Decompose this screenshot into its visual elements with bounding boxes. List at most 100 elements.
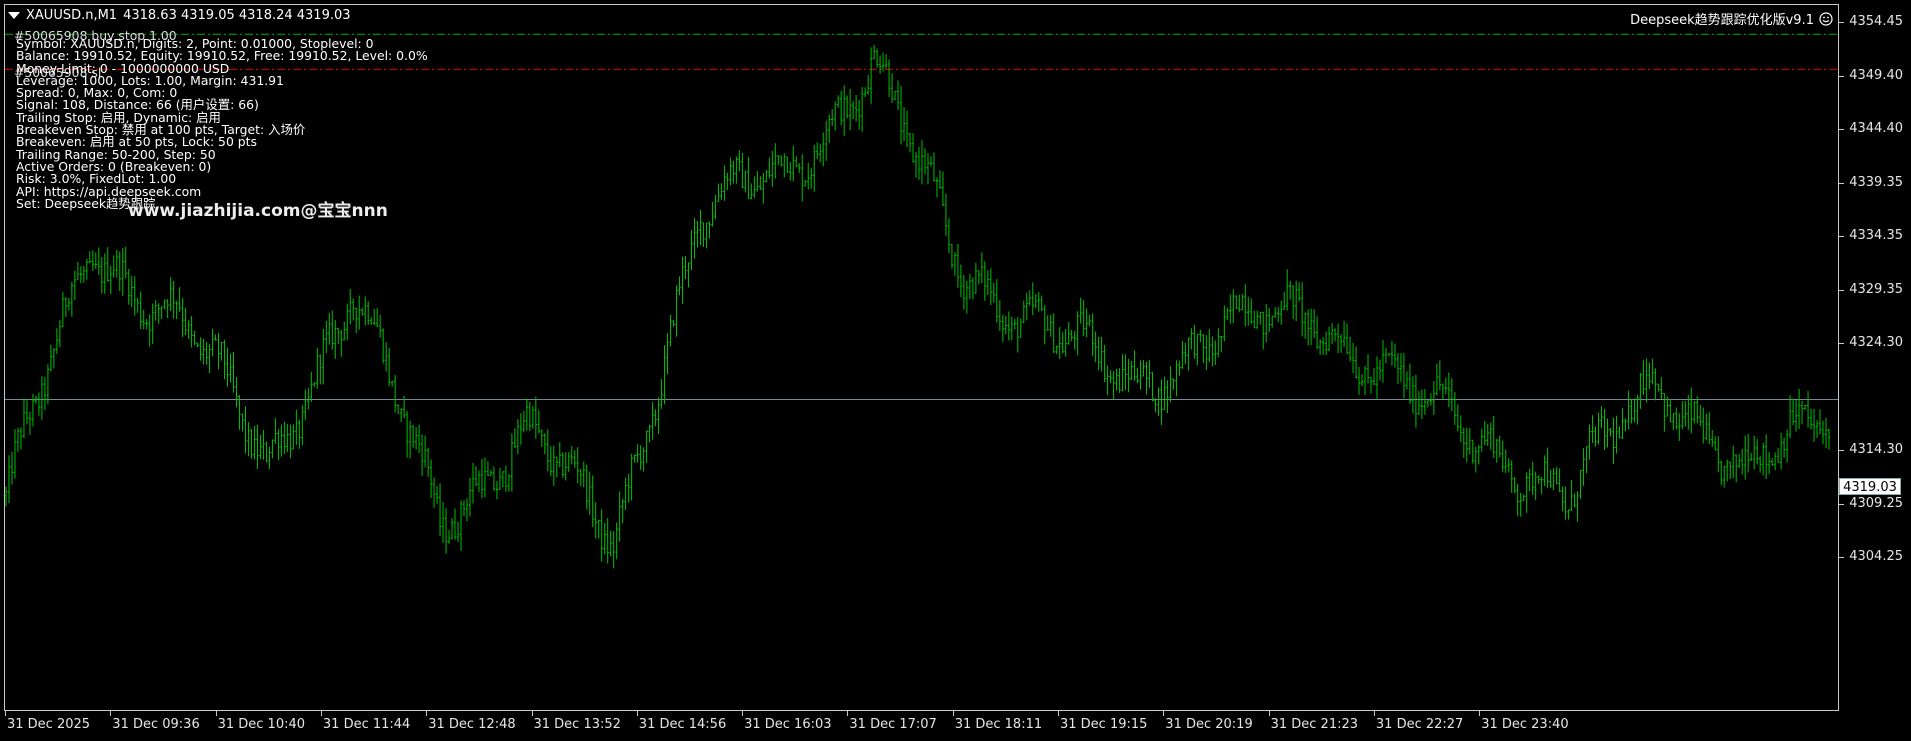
price-bar bbox=[1327, 326, 1331, 352]
price-bar bbox=[1034, 294, 1037, 309]
price-bar bbox=[70, 281, 74, 317]
price-bar bbox=[1735, 454, 1738, 483]
price-bar bbox=[866, 74, 870, 95]
price-bar bbox=[483, 457, 487, 498]
price-bar bbox=[1043, 305, 1046, 345]
price-bar bbox=[558, 442, 561, 468]
price-bar bbox=[1058, 327, 1061, 360]
price-bar bbox=[750, 183, 753, 200]
price-bar bbox=[636, 444, 639, 463]
price-bar bbox=[594, 502, 597, 539]
price-bar bbox=[798, 163, 801, 174]
price-bar bbox=[1621, 407, 1624, 439]
price-bar bbox=[232, 351, 235, 393]
price-bar bbox=[1453, 392, 1457, 425]
price-bar bbox=[1037, 291, 1040, 312]
price-bar bbox=[438, 483, 442, 537]
price-bar bbox=[741, 152, 744, 189]
price-bar bbox=[1573, 493, 1576, 508]
price-bar bbox=[857, 99, 861, 130]
chart-window[interactable]: XAUUSD.n,M1 4318.63 4319.05 4318.24 4319… bbox=[0, 0, 1911, 741]
time-tick-label: 31 Dec 2025 bbox=[7, 717, 91, 732]
price-bar bbox=[214, 334, 217, 341]
price-bar bbox=[1585, 446, 1588, 474]
price-bar bbox=[1166, 380, 1169, 414]
expert-advisor-label[interactable]: Deepseek趋势跟踪优化版v9.1 bbox=[1630, 9, 1833, 28]
price-bar bbox=[851, 101, 855, 119]
price-tick-label: 4354.45 bbox=[1849, 14, 1903, 29]
symbol-header[interactable]: XAUUSD.n,M1 4318.63 4319.05 4318.24 4319… bbox=[8, 8, 351, 23]
price-bar bbox=[1172, 378, 1175, 390]
price-bar bbox=[1648, 362, 1651, 390]
price-bar bbox=[307, 387, 310, 410]
price-bar bbox=[1097, 336, 1100, 371]
price-bar bbox=[992, 282, 996, 303]
price-bar bbox=[310, 372, 313, 402]
expert-advisor-name: Deepseek趋势跟踪优化版v9.1 bbox=[1630, 13, 1814, 28]
price-bar bbox=[163, 299, 166, 309]
price-bar bbox=[615, 522, 618, 560]
smiley-face-icon[interactable] bbox=[1819, 11, 1833, 26]
price-bar bbox=[1342, 320, 1346, 348]
price-bar bbox=[1540, 477, 1543, 495]
price-bar bbox=[1806, 390, 1810, 428]
price-bar bbox=[331, 310, 334, 350]
price-bar bbox=[1755, 439, 1759, 465]
price-bar bbox=[1148, 360, 1151, 388]
price-bar bbox=[349, 289, 352, 325]
price-bar bbox=[399, 408, 403, 423]
price-bar bbox=[1723, 466, 1726, 488]
price-bar bbox=[848, 88, 852, 131]
price-bar bbox=[1803, 404, 1807, 411]
price-bar bbox=[295, 409, 298, 445]
price-bar bbox=[384, 342, 388, 372]
price-bar bbox=[1758, 455, 1762, 473]
price-bar bbox=[256, 424, 259, 469]
price-bar bbox=[474, 466, 478, 486]
price-bar bbox=[465, 498, 469, 522]
price-bar bbox=[1672, 413, 1675, 431]
price-bar bbox=[1076, 311, 1079, 356]
price-bar bbox=[938, 170, 942, 189]
price-bar bbox=[627, 473, 630, 503]
price-bar bbox=[274, 418, 277, 444]
price-bar bbox=[1175, 360, 1178, 397]
collapse-triangle-icon[interactable] bbox=[8, 12, 20, 19]
price-bar bbox=[780, 155, 783, 167]
price-bar bbox=[570, 445, 573, 465]
price-bar bbox=[1112, 371, 1115, 400]
price-tick-label: 4314.30 bbox=[1849, 441, 1903, 457]
price-bar bbox=[337, 327, 340, 345]
price-bar bbox=[453, 508, 457, 540]
time-axis[interactable]: 31 Dec 2025 31 Dec 09:36 31 Dec 10:40 31 De… bbox=[4, 711, 1839, 741]
price-bar bbox=[771, 151, 774, 187]
price-bar bbox=[486, 461, 490, 477]
price-bar bbox=[810, 168, 813, 189]
price-bar bbox=[1031, 282, 1034, 316]
price-bar bbox=[1283, 291, 1286, 310]
price-bar bbox=[187, 320, 190, 339]
price-bar bbox=[513, 428, 517, 448]
price-bar bbox=[19, 427, 23, 450]
price-bar bbox=[1726, 459, 1729, 482]
price-bar bbox=[205, 342, 208, 365]
price-bar bbox=[959, 264, 963, 298]
time-tick-mark bbox=[215, 711, 217, 716]
price-bar bbox=[1489, 422, 1492, 450]
price-bar bbox=[235, 376, 238, 408]
price-bar bbox=[355, 307, 358, 334]
price-bar bbox=[151, 303, 154, 345]
price-bar bbox=[1262, 311, 1265, 350]
price-bar bbox=[1543, 455, 1546, 487]
price-bar bbox=[890, 73, 894, 104]
price-bar bbox=[127, 268, 130, 305]
price-bar bbox=[896, 80, 900, 110]
time-tick-label: 31 Dec 21:23 bbox=[1270, 717, 1359, 732]
time-tick-mark bbox=[742, 711, 744, 716]
price-bar bbox=[1271, 315, 1274, 328]
price-bar bbox=[756, 171, 759, 192]
price-bar bbox=[657, 397, 660, 434]
price-bar bbox=[965, 280, 969, 314]
price-bar bbox=[28, 411, 32, 435]
price-axis[interactable]: 4354.45 4349.40 4344.40 4339.35 4334.35 4329.… bbox=[1839, 4, 1907, 711]
